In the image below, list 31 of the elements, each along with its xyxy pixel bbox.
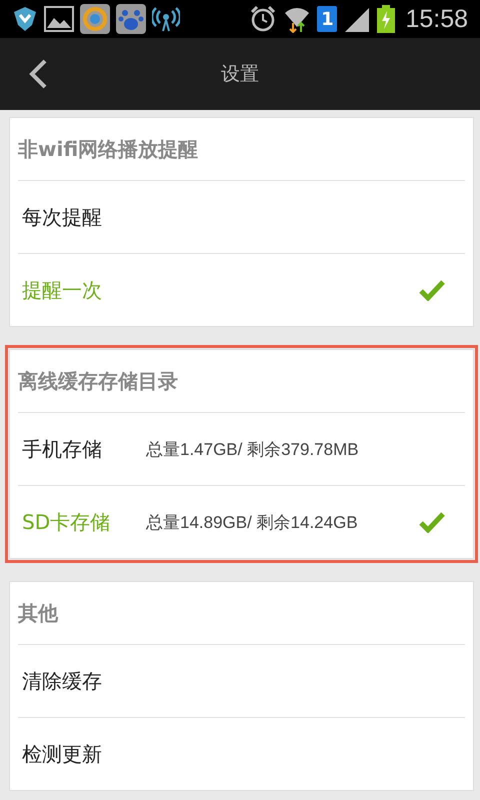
app-icon bbox=[80, 4, 110, 34]
screen-title: 设置 bbox=[221, 62, 259, 87]
alarm-clock-icon bbox=[249, 5, 278, 33]
settings-option[interactable]: SD卡存储 总量14.89GB/ 剩余14.24GB bbox=[18, 485, 465, 558]
option-label: 手机存储 bbox=[22, 436, 103, 462]
paw-icon bbox=[116, 4, 146, 34]
battery-icon bbox=[377, 5, 396, 33]
signal-strength-icon bbox=[343, 6, 372, 32]
option-label: SD卡存储 bbox=[22, 508, 112, 536]
check-icon bbox=[419, 511, 445, 533]
option-label: 检测更新 bbox=[22, 740, 103, 768]
section-title: 非wifi网络播放提醒 bbox=[18, 136, 198, 162]
option-label: 提醒一次 bbox=[22, 276, 103, 304]
settings-option[interactable]: 检测更新 bbox=[18, 717, 465, 790]
section-title: 其他 bbox=[18, 600, 58, 626]
image-icon bbox=[44, 6, 74, 32]
storage-detail: 总量14.89GB/ 剩余14.24GB bbox=[146, 512, 358, 534]
check-icon bbox=[419, 279, 445, 301]
settings-option[interactable]: 每次提醒 bbox=[18, 180, 465, 253]
wifi-icon bbox=[283, 5, 312, 33]
storage-detail: 总量1.47GB/ 剩余379.78MB bbox=[146, 438, 359, 460]
settings-option[interactable]: 手机存储 总量1.47GB/ 剩余379.78MB bbox=[18, 412, 465, 485]
back-icon[interactable] bbox=[28, 58, 48, 90]
sim-card-icon: 1 bbox=[317, 6, 338, 32]
shield-icon bbox=[12, 5, 38, 33]
option-label: 清除缓存 bbox=[22, 668, 103, 694]
clock-time: 15:58 bbox=[405, 4, 468, 34]
signal-waves-icon bbox=[152, 5, 180, 33]
option-label: 每次提醒 bbox=[22, 204, 103, 230]
section-title: 离线缓存存储目录 bbox=[18, 368, 178, 394]
settings-option[interactable]: 清除缓存 bbox=[18, 644, 465, 717]
